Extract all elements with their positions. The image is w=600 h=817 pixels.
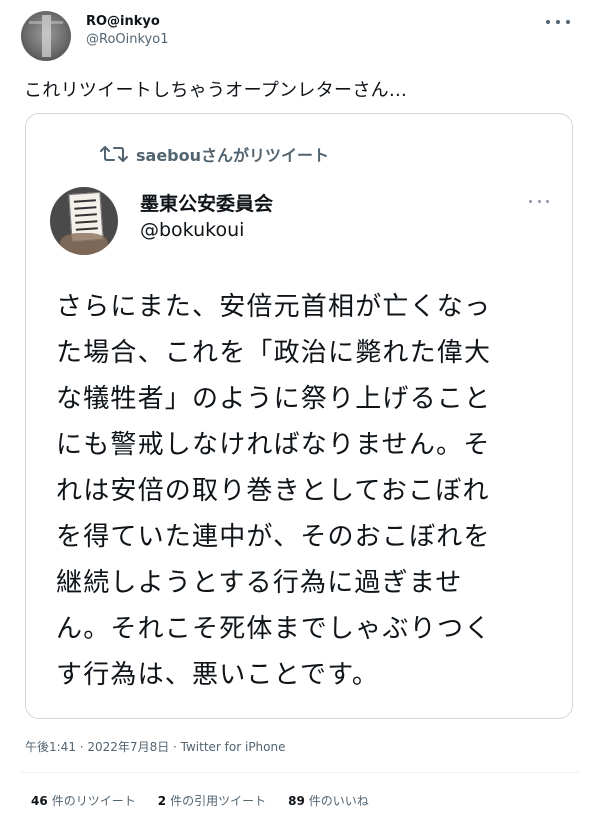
tweet-text: これリツイートしちゃうオープンレターさん… [24, 80, 408, 101]
retweets-label: 件のリツイート [51, 794, 136, 808]
author-avatar[interactable] [21, 11, 71, 61]
quoted-text-line: を得ていた連中が、そのおこぼれを [56, 522, 491, 552]
retweets-count: 46 [31, 794, 48, 808]
avatar-detail-2 [29, 21, 63, 24]
likes-stat[interactable]: 89 件のいいね [288, 792, 369, 809]
quoted-text-line: さらにまた、安倍元首相が亡くなっ [56, 292, 492, 322]
quoted-more-dots-icon[interactable] [529, 196, 549, 206]
quotes-count: 2 [157, 794, 167, 808]
quoted-text-line: な犠牲者」のように祭り上げること [56, 384, 492, 414]
retweets-stat[interactable]: 46 件のリツイート [31, 792, 136, 809]
tweet-stats: 46 件のリツイート 2 件の引用ツイート 89 件のいいね [31, 792, 391, 809]
quoted-text-line: にも警戒しなければなりません。そ [56, 430, 491, 460]
quoted-tweet[interactable]: saebouさんがリツイート 墨東公安委員会 @bokukoui さらにまた、安… [25, 113, 573, 719]
quoted-display-name[interactable]: 墨東公安委員会 [140, 189, 273, 216]
quoted-text-line: ん。それこそ死体までしゃぶりつく [56, 614, 492, 644]
quoted-text-line: す行為は、悪いことです。 [56, 660, 380, 690]
author-handle[interactable]: @RoOinkyo1 [86, 32, 168, 47]
tweet-card: RO@inkyo @RoOinkyo1 これリツイートしちゃうオープンレターさん… [0, 0, 600, 817]
likes-count: 89 [288, 794, 305, 808]
quoted-text-line: れは安倍の取り巻きとしておこぼれ [56, 476, 490, 506]
quotes-label: 件の引用ツイート [170, 794, 267, 808]
retweet-icon [100, 146, 128, 162]
divider [20, 772, 580, 773]
author-display-name[interactable]: RO@inkyo [86, 14, 160, 29]
quoted-handle[interactable]: @bokukoui [140, 219, 244, 241]
retweet-context: saebouさんがリツイート [100, 142, 329, 166]
more-dots-icon[interactable] [546, 14, 570, 30]
quoted-avatar[interactable] [50, 187, 118, 255]
retweet-label[interactable]: saebouさんがリツイート [136, 142, 329, 166]
quoted-text: さらにまた、安倍元首相が亡くなっ た場合、これを「政治に斃れた偉大 な犠牲者」の… [56, 284, 556, 698]
avatar-hand [60, 233, 108, 255]
tweet-timestamp[interactable]: 午後1:41 · 2022年7月8日 · Twitter for iPhone [25, 738, 286, 755]
quoted-text-line: 継続しようとする行為に過ぎませ [56, 568, 463, 598]
quotes-stat[interactable]: 2 件の引用ツイート [158, 792, 266, 809]
quoted-text-line: た場合、これを「政治に斃れた偉大 [56, 338, 492, 368]
likes-label: 件のいいね [308, 794, 369, 808]
